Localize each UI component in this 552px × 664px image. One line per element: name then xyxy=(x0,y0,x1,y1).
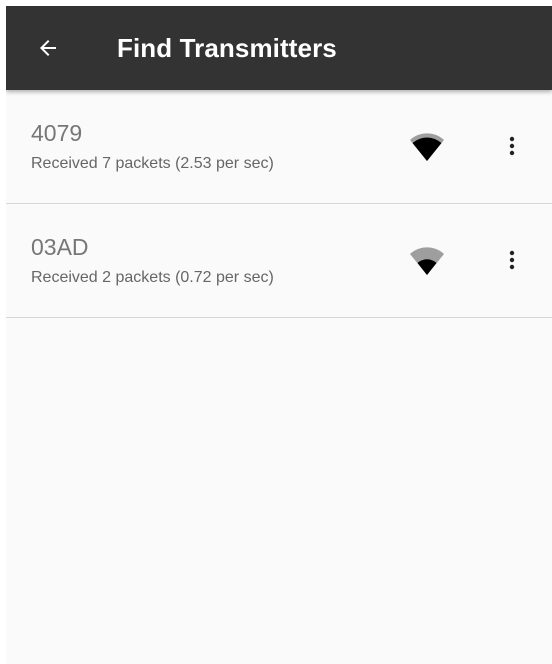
page-title: Find Transmitters xyxy=(117,33,337,63)
transmitter-list: 4079 Received 7 packets (2.53 per sec) 0… xyxy=(6,90,552,318)
wifi-signal-icon xyxy=(410,133,444,161)
packet-status: Received 2 packets (0.72 per sec) xyxy=(31,269,274,286)
screen: Find Transmitters 4079 Received 7 packet… xyxy=(6,6,552,664)
app-bar: Find Transmitters xyxy=(6,6,552,90)
wifi-signal-icon xyxy=(410,247,444,275)
back-button[interactable] xyxy=(28,28,68,68)
more-vert-icon xyxy=(509,136,515,156)
more-options-button[interactable] xyxy=(496,126,528,166)
transmitter-id: 4079 xyxy=(31,120,83,146)
transmitter-row[interactable]: 4079 Received 7 packets (2.53 per sec) xyxy=(6,90,552,204)
packet-status: Received 7 packets (2.53 per sec) xyxy=(31,155,274,172)
more-options-button[interactable] xyxy=(496,240,528,280)
transmitter-id: 03AD xyxy=(31,234,89,260)
transmitter-row[interactable]: 03AD Received 2 packets (0.72 per sec) xyxy=(6,204,552,318)
more-vert-icon xyxy=(509,250,515,270)
arrow-left-icon xyxy=(40,40,56,56)
